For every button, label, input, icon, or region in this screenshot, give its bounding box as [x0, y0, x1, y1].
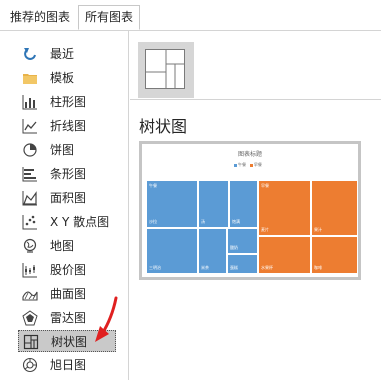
treemap-leaf: 午餐 沙拉 — [146, 180, 198, 228]
pane-divider — [130, 99, 381, 100]
treemap-leaf: 酸奶 — [227, 228, 258, 254]
chart-preview[interactable]: 图表标题 午餐 早餐 午餐 沙拉 汤 饱满 三明治 米茶 酸奶 蛋糕 早餐 麦片… — [139, 141, 361, 280]
category-line[interactable]: 折线图 — [18, 115, 116, 137]
recent-icon — [22, 46, 38, 62]
chart-type-title: 树状图 — [139, 117, 188, 136]
line-chart-icon — [22, 118, 38, 134]
category-column[interactable]: 柱形图 — [18, 91, 116, 113]
legend-swatch-breakfast — [249, 163, 253, 167]
treemap-parent-label: 午餐 — [149, 183, 157, 188]
folder-icon — [22, 70, 38, 86]
column-chart-icon — [22, 94, 38, 110]
tab-recommended-charts[interactable]: 推荐的图表 — [4, 6, 82, 29]
radar-chart-icon — [22, 310, 38, 326]
treemap-leaf: 米茶 — [198, 228, 227, 274]
category-stock[interactable]: 股价图 — [18, 259, 116, 281]
category-scatter[interactable]: X Y 散点图 — [18, 211, 116, 233]
treemap-leaf: 蛋糕 — [227, 254, 258, 274]
category-area[interactable]: 面积图 — [18, 187, 116, 209]
treemap-leaf: 水果杯 — [258, 236, 311, 274]
treemap-leaf: 汤 — [198, 180, 229, 228]
category-templates[interactable]: 模板 — [18, 67, 116, 89]
treemap-subtype-thumbnail[interactable] — [138, 42, 194, 98]
tab-all-charts[interactable]: 所有图表 — [78, 5, 140, 30]
treemap-plot: 午餐 沙拉 汤 饱满 三明治 米茶 酸奶 蛋糕 早餐 麦片 果汁 水果杯 咖啡 — [146, 180, 358, 274]
treemap-leaf: 果汁 — [311, 180, 358, 236]
legend-swatch-lunch — [234, 163, 237, 167]
map-chart-icon — [22, 238, 38, 254]
preview-legend: 午餐 早餐 — [234, 162, 262, 168]
category-map[interactable]: 地图 — [18, 235, 116, 257]
preview-chart-title: 图表标题 — [237, 151, 262, 158]
area-chart-icon — [22, 190, 38, 206]
treemap-leaf: 早餐 麦片 — [258, 180, 311, 236]
legend-label-breakfast: 早餐 — [253, 162, 262, 167]
tab-bar: 推荐的图表 所有图表 — [0, 0, 381, 31]
stock-chart-icon — [22, 262, 38, 278]
bar-chart-icon — [22, 166, 38, 182]
category-sunburst[interactable]: 旭日图 — [18, 354, 116, 376]
pie-chart-icon — [22, 142, 38, 158]
scatter-chart-icon — [22, 214, 38, 230]
category-bar[interactable]: 条形图 — [18, 163, 116, 185]
treemap-subtype-icon — [145, 49, 185, 89]
legend-label-lunch: 午餐 — [238, 162, 246, 167]
treemap-leaf: 饱满 — [229, 180, 258, 228]
treemap-leaf: 三明治 — [146, 228, 198, 274]
category-recent[interactable]: 最近 — [18, 43, 116, 65]
surface-chart-icon — [22, 286, 38, 302]
treemap-parent-label: 早餐 — [261, 183, 269, 188]
treemap-leaf: 咖啡 — [311, 236, 358, 274]
annotation-arrow-icon — [95, 296, 118, 342]
treemap-icon — [23, 334, 39, 350]
category-pie[interactable]: 饼图 — [18, 139, 116, 161]
sunburst-icon — [22, 357, 38, 373]
